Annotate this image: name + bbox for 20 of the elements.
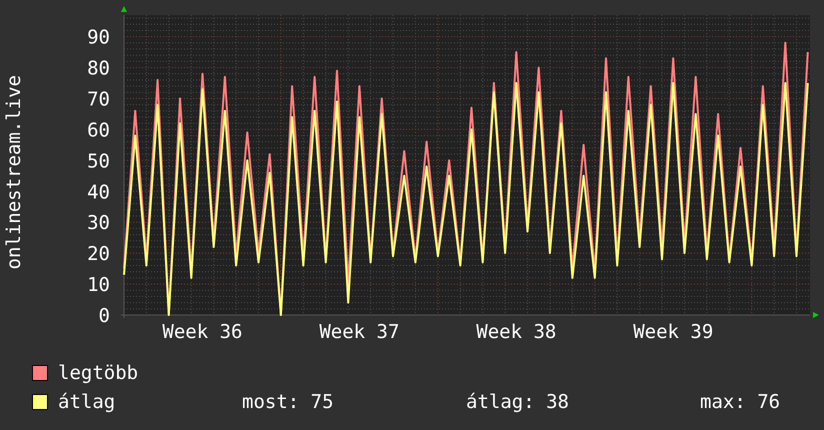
x-tick-label: Week 36 <box>162 321 242 343</box>
y-tick-label: 0 <box>98 305 110 327</box>
y-tick-label: 50 <box>87 150 110 172</box>
x-tick-label: Week 39 <box>633 321 714 343</box>
y-tick-label: 10 <box>87 274 110 296</box>
legend-stat: most: 75 <box>242 390 335 412</box>
y-tick-label: 30 <box>87 212 110 234</box>
x-tick-label: Week 37 <box>319 321 400 343</box>
legend-stat: átlag: 38 <box>466 390 570 412</box>
legend-stat: max: 76 <box>700 390 780 412</box>
y-axis-label: onlinestream.live <box>3 75 25 270</box>
legend-label: legtöbb <box>58 362 138 384</box>
y-tick-label: 20 <box>87 243 110 266</box>
y-tick-label: 90 <box>87 26 110 49</box>
y-tick-label: 60 <box>87 119 110 142</box>
y-tick-label: 70 <box>87 88 110 110</box>
y-tick-label: 80 <box>87 58 110 80</box>
legend-label: átlag <box>58 390 116 412</box>
x-tick-label: Week 38 <box>476 321 556 343</box>
y-tick-label: 40 <box>87 181 110 204</box>
